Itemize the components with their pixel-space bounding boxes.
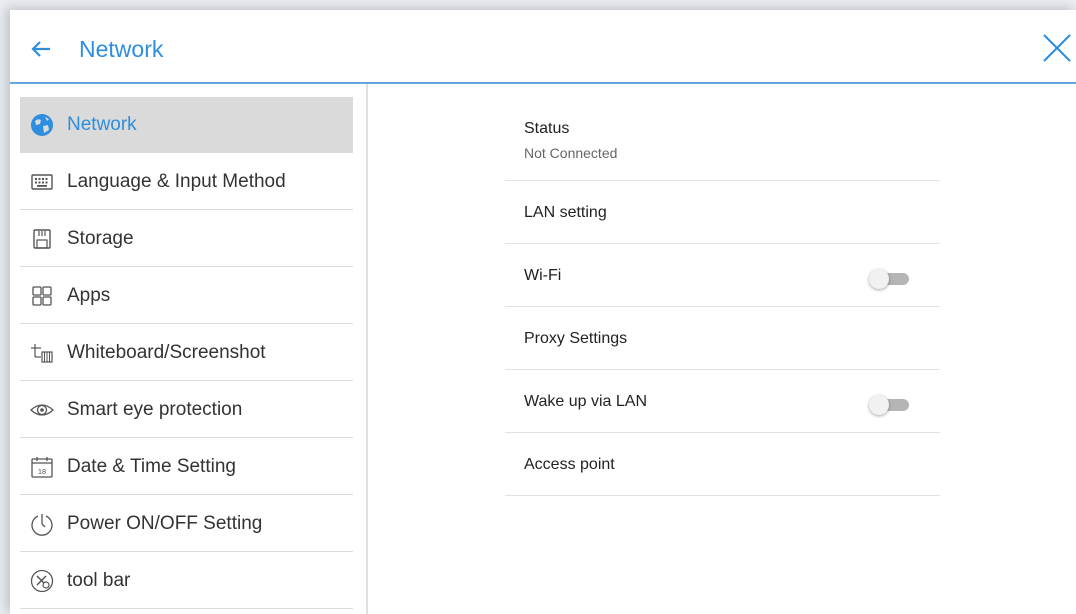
status-value: Not Connected	[524, 145, 618, 161]
back-button[interactable]	[26, 34, 56, 64]
wifi-toggle[interactable]	[869, 269, 911, 289]
sidebar-item-storage[interactable]: Storage	[20, 211, 353, 267]
wake-lan-toggle[interactable]	[869, 395, 911, 415]
header-bar: Network	[10, 10, 1076, 84]
sd-card-icon	[29, 226, 55, 252]
sidebar-item-apps[interactable]: Apps	[20, 268, 353, 324]
whiteboard-icon	[29, 340, 55, 366]
status-row[interactable]: Status Not Connected	[505, 97, 940, 181]
wifi-row[interactable]: Wi-Fi	[505, 244, 940, 307]
sidebar-item-label: tool bar	[67, 569, 131, 591]
lan-setting-label: LAN setting	[524, 204, 607, 221]
sidebar-item-label: Apps	[67, 284, 111, 306]
sidebar: Network Language & Input Method Storage …	[10, 84, 368, 614]
power-timer-icon	[29, 511, 55, 537]
wake-lan-label: Wake up via LAN	[524, 393, 648, 410]
sidebar-item-label: Network	[67, 113, 137, 135]
close-button[interactable]	[1040, 31, 1074, 65]
sidebar-item-language[interactable]: Language & Input Method	[20, 154, 353, 210]
sidebar-item-label: Whiteboard/Screenshot	[67, 341, 266, 363]
toggle-knob	[869, 395, 889, 415]
keyboard-icon	[29, 169, 55, 195]
calendar-icon: 18	[29, 454, 55, 480]
status-label: Status	[524, 120, 570, 137]
eye-icon	[29, 397, 55, 423]
svg-text:18: 18	[38, 467, 46, 476]
sidebar-item-toolbar[interactable]: tool bar	[20, 553, 353, 609]
sidebar-item-label: Smart eye protection	[67, 398, 243, 420]
sidebar-item-label: Date & Time Setting	[67, 455, 236, 477]
sidebar-item-power[interactable]: Power ON/OFF Setting	[20, 496, 353, 552]
sidebar-item-whiteboard[interactable]: Whiteboard/Screenshot	[20, 325, 353, 381]
sidebar-item-network[interactable]: Network	[20, 97, 353, 153]
arrow-left-icon	[31, 41, 50, 57]
sidebar-item-label: Storage	[67, 227, 134, 249]
wifi-label: Wi-Fi	[524, 267, 562, 284]
settings-list: Status Not Connected LAN setting Wi-Fi P…	[505, 97, 940, 496]
toggle-knob	[869, 269, 889, 289]
wake-lan-row[interactable]: Wake up via LAN	[505, 370, 940, 433]
access-point-label: Access point	[524, 456, 615, 473]
sidebar-item-eye-protection[interactable]: Smart eye protection	[20, 382, 353, 438]
close-icon	[1043, 34, 1071, 62]
access-point-row[interactable]: Access point	[505, 433, 940, 496]
sidebar-item-label: Language & Input Method	[67, 170, 286, 192]
proxy-settings-label: Proxy Settings	[524, 330, 628, 347]
sidebar-item-date-time[interactable]: 18 Date & Time Setting	[20, 439, 353, 495]
lan-setting-row[interactable]: LAN setting	[505, 181, 940, 244]
page-title: Network	[79, 36, 164, 62]
apps-grid-icon	[29, 283, 55, 309]
sidebar-item-label: Power ON/OFF Setting	[67, 512, 263, 534]
toolbar-icon	[29, 568, 55, 594]
proxy-settings-row[interactable]: Proxy Settings	[505, 307, 940, 370]
settings-window: Network Network Language & Input Method …	[10, 10, 1076, 614]
globe-icon	[29, 112, 55, 138]
